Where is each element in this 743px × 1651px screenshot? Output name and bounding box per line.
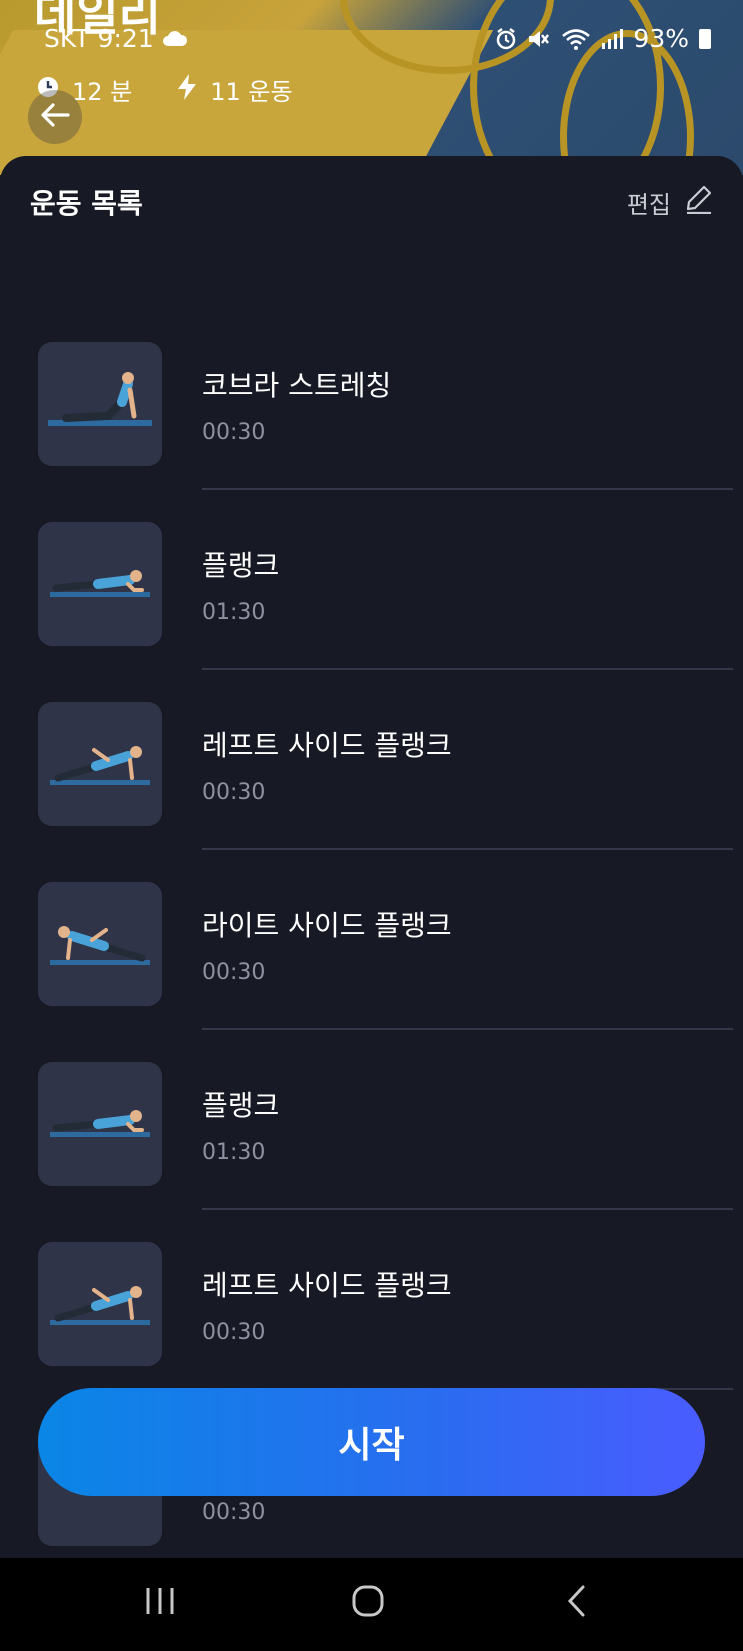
list-item[interactable]: 라이트 사이드 플랭크 00:30 <box>0 882 743 1062</box>
exercise-thumbnail <box>38 1242 162 1366</box>
mute-icon <box>527 28 551 50</box>
exercise-thumbnail <box>38 342 162 466</box>
lightning-icon <box>176 73 198 107</box>
exercise-duration: 00:30 <box>202 1320 266 1345</box>
divider <box>202 848 733 850</box>
home-button[interactable] <box>338 1578 398 1628</box>
exercise-duration: 00:30 <box>202 960 266 985</box>
system-back-button[interactable] <box>546 1578 606 1628</box>
wifi-icon <box>561 28 591 50</box>
exercise-thumbnail <box>38 522 162 646</box>
list-item[interactable]: 레프트 사이드 플랭크 00:30 <box>0 702 743 882</box>
status-bar: SKT 9:21 93% <box>0 20 743 60</box>
sheet-header: 운동 목록 편집 <box>30 180 713 224</box>
exercise-name: 코브라 스트레칭 <box>202 369 392 402</box>
workout-screen: 데일리 SKT 9:21 93% 12 분 11 운동 운동 목록 편집 코브라… <box>0 0 743 1651</box>
status-left: SKT 9:21 <box>44 24 188 53</box>
status-right: 93% <box>495 24 711 53</box>
exercise-name: 레프트 사이드 플랭크 <box>202 729 452 762</box>
duration-text: 12 분 <box>72 78 133 106</box>
battery-percent: 93% <box>633 24 689 53</box>
exercise-duration: 00:30 <box>202 780 266 805</box>
exercise-thumbnail <box>38 702 162 826</box>
divider <box>202 1208 733 1210</box>
carrier-time: SKT 9:21 <box>44 24 154 53</box>
start-button[interactable]: 시작 <box>38 1388 705 1496</box>
exercise-duration: 01:30 <box>202 600 266 625</box>
exercise-duration: 00:30 <box>202 1500 266 1525</box>
divider <box>202 488 733 490</box>
exercise-name: 플랭크 <box>202 549 280 582</box>
exercise-name: 라이트 사이드 플랭크 <box>202 909 452 942</box>
back-button[interactable] <box>28 90 82 144</box>
exercise-list-title: 운동 목록 <box>30 187 143 220</box>
edit-button[interactable]: 편집 <box>627 184 713 220</box>
system-nav-bar <box>0 1558 743 1651</box>
divider <box>202 668 733 670</box>
battery-icon <box>699 28 711 49</box>
workout-meta: 12 분 11 운동 <box>36 72 337 107</box>
exercise-name: 플랭크 <box>202 1089 280 1122</box>
list-item[interactable]: 코브라 스트레칭 00:30 <box>0 342 743 522</box>
list-item[interactable]: 플랭크 01:30 <box>0 522 743 702</box>
alarm-icon <box>495 27 517 50</box>
exercise-count-text: 11 운동 <box>210 78 293 106</box>
divider <box>202 1028 733 1030</box>
home-icon <box>351 1584 385 1622</box>
exercise-count-meta: 11 운동 <box>176 72 293 107</box>
arrow-left-icon <box>40 102 70 132</box>
recent-apps-button[interactable] <box>130 1578 190 1628</box>
pencil-icon <box>685 184 713 220</box>
list-item[interactable]: 플랭크 01:30 <box>0 1062 743 1242</box>
recent-apps-icon <box>144 1586 176 1620</box>
edit-label: 편집 <box>626 190 671 219</box>
exercise-duration: 01:30 <box>202 1140 266 1165</box>
exercise-name: 레프트 사이드 플랭크 <box>202 1269 452 1302</box>
exercise-thumbnail <box>38 882 162 1006</box>
chevron-left-icon <box>565 1584 587 1622</box>
exercise-thumbnail <box>38 1062 162 1186</box>
exercise-duration: 00:30 <box>202 420 266 445</box>
signal-icon <box>601 28 624 49</box>
cloud-icon <box>162 30 188 47</box>
